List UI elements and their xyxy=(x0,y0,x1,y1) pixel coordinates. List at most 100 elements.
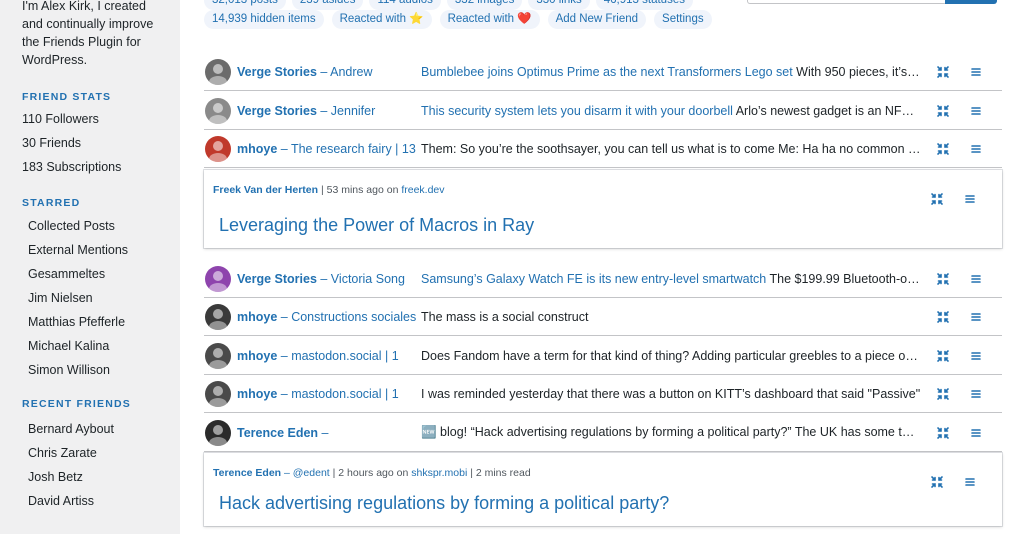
friend-link[interactable]: Verge Stories – Victoria Song xyxy=(237,272,405,286)
post-summary[interactable]: The mass is a social construct xyxy=(421,310,921,324)
post-meta: Freek Van der Herten | 53 mins ago on fr… xyxy=(213,184,445,196)
search-button[interactable] xyxy=(945,0,997,4)
author-link[interactable]: Freek Van der Herten xyxy=(213,184,318,196)
friend-source: – mastodon.social | 1 xyxy=(277,386,399,401)
expand-collapse-icon[interactable] xyxy=(930,475,944,489)
starred-item[interactable]: Gesammeltes xyxy=(22,262,180,286)
starred-item[interactable]: Simon Willison xyxy=(22,358,180,382)
starred-item[interactable]: External Mentions xyxy=(22,238,180,262)
friend-link[interactable]: mhoye – mastodon.social | 1 xyxy=(237,349,399,363)
expand-collapse-icon[interactable] xyxy=(936,349,950,363)
post-title: This security system lets you disarm it … xyxy=(421,103,733,118)
post-summary[interactable]: Samsung’s Galaxy Watch FE is its new ent… xyxy=(421,272,921,286)
site-link[interactable]: shkspr.mobi xyxy=(411,467,467,479)
post-summary[interactable]: This security system lets you disarm it … xyxy=(421,104,921,118)
feed-row[interactable]: mhoye – mastodon.social | 1 Does Fandom h… xyxy=(204,337,1002,375)
expand-collapse-icon[interactable] xyxy=(936,310,950,324)
expand-collapse-icon[interactable] xyxy=(936,426,950,440)
friend-link[interactable]: Verge Stories – Jennifer xyxy=(237,104,375,118)
avatar[interactable] xyxy=(205,265,231,292)
menu-icon[interactable] xyxy=(970,66,982,78)
friend-link[interactable]: Terence Eden – xyxy=(237,426,329,440)
feed-row[interactable]: Terence Eden – 🆕 blog! “Hack advertising … xyxy=(204,414,1002,452)
friend-stats-heading: FRIEND STATS xyxy=(22,91,112,103)
post-summary[interactable]: I was reminded yesterday that there was … xyxy=(421,387,921,401)
starred-item[interactable]: Collected Posts xyxy=(22,214,180,238)
feed-row[interactable]: mhoye – The research fairy | 13 Them: So … xyxy=(204,130,1002,168)
expand-collapse-icon[interactable] xyxy=(936,104,950,118)
starred-heading: STARRED xyxy=(22,197,81,209)
feed-row[interactable]: Verge Stories – Andrew Bumblebee joins Op… xyxy=(204,53,1002,91)
post-title: Samsung’s Galaxy Watch FE is its new ent… xyxy=(421,271,767,286)
post-summary[interactable]: Bumblebee joins Optimus Prime as the nex… xyxy=(421,65,921,79)
starred-item[interactable]: Jim Nielsen xyxy=(22,286,180,310)
chip-images[interactable]: 332 images xyxy=(446,0,523,10)
post-summary[interactable]: 🆕 blog! “Hack advertising regulations by… xyxy=(421,425,921,440)
post-excerpt: 🆕 blog! “Hack advertising regulations by… xyxy=(421,425,921,439)
friend-link[interactable]: mhoye – Constructions sociales xyxy=(237,310,416,324)
post-time: | 53 mins ago on xyxy=(318,184,402,196)
feed-row[interactable]: Verge Stories – Victoria Song Samsung’s G… xyxy=(204,260,1002,298)
friend-name: mhoye xyxy=(237,386,278,401)
chip-reacted-star[interactable]: Reacted with ⭐ xyxy=(331,10,432,29)
starred-item[interactable]: Michael Kalina xyxy=(22,334,180,358)
friend-link[interactable]: Verge Stories – Andrew xyxy=(237,65,373,79)
post-summary[interactable]: Does Fandom have a term for that kind of… xyxy=(421,349,921,363)
recent-friend-item[interactable]: Chris Zarate xyxy=(22,441,180,465)
chip-hidden-items[interactable]: 14,939 hidden items xyxy=(204,10,324,29)
expand-collapse-icon[interactable] xyxy=(936,65,950,79)
menu-icon[interactable] xyxy=(970,388,982,400)
friend-name: Terence Eden xyxy=(237,425,319,440)
avatar[interactable] xyxy=(205,58,231,85)
author-handle[interactable]: – @edent xyxy=(281,467,330,479)
search-input[interactable] xyxy=(747,0,947,4)
avatar[interactable] xyxy=(205,303,231,330)
feed-row[interactable]: mhoye – Constructions sociales The mass i… xyxy=(204,298,1002,336)
post-summary[interactable]: Them: So you’re the soothsayer, you can … xyxy=(421,142,921,156)
recent-friend-item[interactable]: David Artiss xyxy=(22,489,180,513)
post-excerpt: Them: So you’re the soothsayer, you can … xyxy=(421,141,921,156)
post-title-link[interactable]: Leveraging the Power of Macros in Ray xyxy=(219,215,534,236)
chip-add-new-friend[interactable]: Add New Friend xyxy=(547,10,647,29)
chip-asides[interactable]: 239 asides xyxy=(291,0,364,10)
menu-icon[interactable] xyxy=(970,427,982,439)
chip-reacted-heart[interactable]: Reacted with ❤️ xyxy=(439,10,540,29)
chip-posts[interactable]: 32,013 posts xyxy=(204,0,286,10)
menu-icon[interactable] xyxy=(970,143,982,155)
site-link[interactable]: freek.dev xyxy=(401,184,444,196)
menu-icon[interactable] xyxy=(970,350,982,362)
post-title: Bumblebee joins Optimus Prime as the nex… xyxy=(421,64,793,79)
expand-collapse-icon[interactable] xyxy=(936,387,950,401)
chip-audios[interactable]: 114 audios xyxy=(369,0,441,10)
post-title-link[interactable]: Hack advertising regulations by forming … xyxy=(219,493,669,514)
chip-links[interactable]: 330 links xyxy=(528,0,590,10)
avatar[interactable] xyxy=(205,135,231,162)
avatar[interactable] xyxy=(205,97,231,124)
menu-icon[interactable] xyxy=(970,273,982,285)
friend-name: mhoye xyxy=(237,348,278,363)
feed-row[interactable]: mhoye – mastodon.social | 1 I was reminde… xyxy=(204,375,1002,413)
friend-link[interactable]: mhoye – mastodon.social | 1 xyxy=(237,387,399,401)
recent-friend-item[interactable]: Josh Betz xyxy=(22,465,180,489)
starred-item[interactable]: Matthias Pfefferle xyxy=(22,310,180,334)
menu-icon[interactable] xyxy=(964,193,976,205)
feed-row[interactable]: Verge Stories – Jennifer This security sy… xyxy=(204,92,1002,130)
expand-collapse-icon[interactable] xyxy=(936,142,950,156)
friend-link[interactable]: mhoye – The research fairy | 13 xyxy=(237,142,416,156)
avatar[interactable] xyxy=(205,380,231,407)
stat-friends[interactable]: 30 Friends xyxy=(22,131,180,155)
chip-settings[interactable]: Settings xyxy=(654,10,712,29)
menu-icon[interactable] xyxy=(964,476,976,488)
expand-collapse-icon[interactable] xyxy=(930,192,944,206)
chip-statuses[interactable]: 46,913 statuses xyxy=(595,0,693,10)
avatar[interactable] xyxy=(205,342,231,369)
stat-subscriptions[interactable]: 183 Subscriptions xyxy=(22,155,180,179)
post-meta: Terence Eden – @edent | 2 hours ago on s… xyxy=(213,467,531,479)
expand-collapse-icon[interactable] xyxy=(936,272,950,286)
recent-friend-item[interactable]: Bernard Aybout xyxy=(22,417,180,441)
stat-followers[interactable]: 110 Followers xyxy=(22,107,180,131)
avatar[interactable] xyxy=(205,419,231,446)
menu-icon[interactable] xyxy=(970,311,982,323)
author-link[interactable]: Terence Eden xyxy=(213,467,281,479)
menu-icon[interactable] xyxy=(970,105,982,117)
